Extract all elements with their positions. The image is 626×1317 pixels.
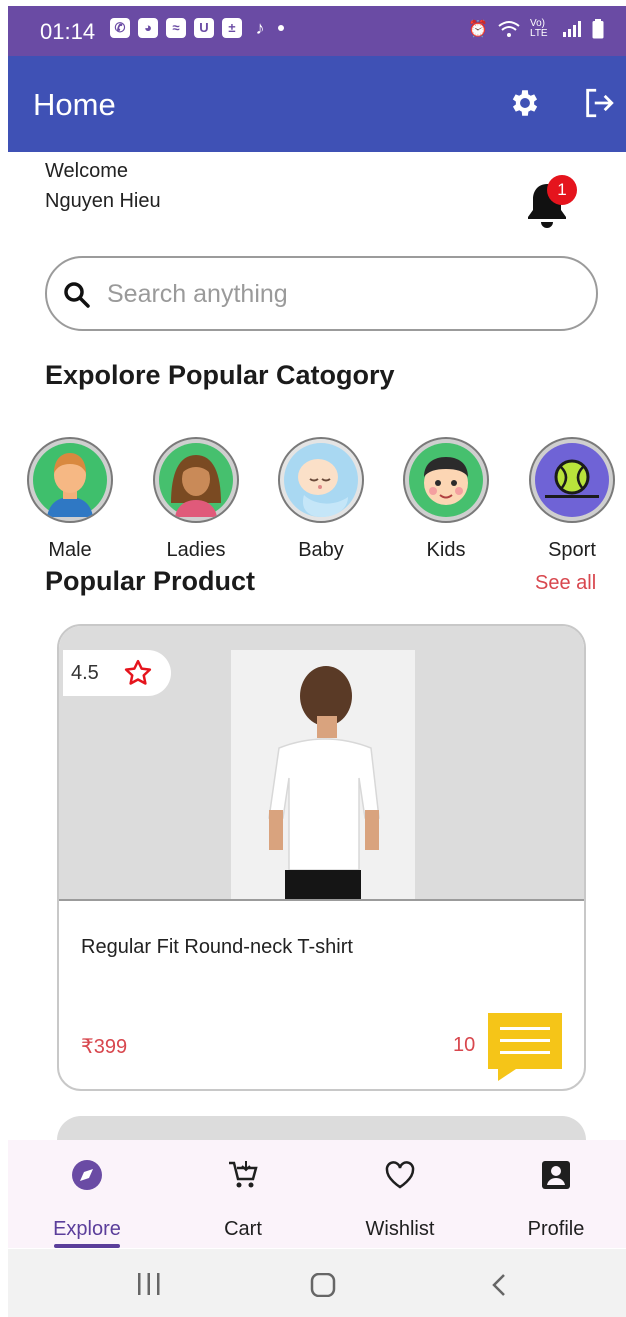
welcome-greeting: Welcome <box>45 160 128 182</box>
popular-title: Popular Product <box>45 566 256 596</box>
category-label: Sport <box>548 539 596 561</box>
card-divider <box>59 899 584 901</box>
system-icons: ⏰ Vo) LTE <box>468 19 604 39</box>
female-avatar-icon <box>159 443 233 517</box>
search-input[interactable] <box>107 272 577 316</box>
notification-badge: 1 <box>547 175 577 205</box>
user-name: Nguyen Hieu <box>45 190 161 212</box>
category-circle <box>27 437 113 523</box>
rating-badge: 4.5 <box>63 650 171 696</box>
kid-avatar-icon <box>409 443 483 517</box>
calculator-icon: ± <box>222 18 242 38</box>
status-bar: 01:14 ✆ ◕ ≈ U ± ♪ ⏰ Vo) LTE <box>8 6 626 56</box>
volte-icon: Vo) LTE <box>530 18 548 39</box>
tennis-ball-icon <box>535 443 609 517</box>
see-all-link[interactable]: See all <box>535 572 596 595</box>
category-label: Baby <box>298 539 344 561</box>
product-image <box>231 650 415 900</box>
nav-profile[interactable]: Profile <box>481 1154 626 1241</box>
whatsapp-icon: ✆ <box>110 18 130 38</box>
logout-icon[interactable] <box>582 86 616 120</box>
welcome-block: Welcome Nguyen Hieu <box>45 156 161 216</box>
discord-icon: ◕ <box>138 18 158 38</box>
search-bar[interactable] <box>45 256 598 331</box>
nav-cart[interactable]: Cart <box>168 1154 318 1241</box>
category-sport[interactable]: Sport <box>527 437 617 562</box>
app-bar: Home <box>8 56 626 152</box>
settings-icon[interactable] <box>508 86 542 120</box>
system-navigation-bar <box>8 1249 626 1317</box>
category-label: Kids <box>426 539 466 561</box>
active-tab-indicator <box>54 1244 120 1248</box>
wifi-icon <box>498 21 520 37</box>
male-avatar-icon <box>33 443 107 517</box>
back-icon[interactable] <box>490 1273 508 1297</box>
category-label: Male <box>48 539 92 561</box>
home-button-icon[interactable] <box>310 1273 336 1297</box>
category-male[interactable]: Male <box>25 437 115 562</box>
comment-count: 10 <box>453 1034 476 1056</box>
categories-title: Expolore Popular Catogory <box>45 360 395 390</box>
compass-icon <box>72 1160 102 1190</box>
page-title: Home <box>33 87 116 122</box>
search-icon <box>64 282 90 308</box>
category-circle <box>278 437 364 523</box>
category-kids[interactable]: Kids <box>401 437 491 562</box>
category-circle <box>403 437 489 523</box>
notification-icons: ✆ ◕ ≈ U ± ♪ <box>110 18 284 38</box>
battery-icon <box>592 19 604 39</box>
star-icon[interactable] <box>123 658 153 688</box>
chat-bubble-icon[interactable] <box>484 1011 564 1083</box>
product-card[interactable]: 4.5 Regular Fit Round-neck T-shirt ₹399 … <box>57 624 586 1091</box>
dot-icon <box>278 25 284 31</box>
category-label: Ladies <box>166 539 226 561</box>
status-time: 01:14 <box>40 19 96 44</box>
product-image-area: 4.5 <box>59 626 584 900</box>
bottom-navigation: Explore Cart Wishlist Profile <box>8 1140 626 1248</box>
rating-value: 4.5 <box>71 661 99 684</box>
nav-label: Explore <box>53 1218 121 1240</box>
nav-explore[interactable]: Explore <box>12 1154 162 1241</box>
signal-icon <box>563 21 581 37</box>
recent-apps-icon[interactable] <box>136 1273 162 1295</box>
nav-label: Profile <box>527 1218 585 1240</box>
category-baby[interactable]: Baby <box>276 437 366 562</box>
profile-icon <box>542 1161 570 1189</box>
product-name: Regular Fit Round-neck T-shirt <box>81 936 353 958</box>
nav-label: Cart <box>224 1218 262 1240</box>
u-app-icon: U <box>194 18 214 38</box>
category-circle <box>153 437 239 523</box>
product-price: ₹399 <box>81 1036 128 1058</box>
heart-icon <box>385 1161 415 1189</box>
cart-icon <box>229 1161 258 1188</box>
tshirt-photo <box>231 650 415 900</box>
nav-wishlist[interactable]: Wishlist <box>325 1154 475 1241</box>
alarm-icon: ⏰ <box>468 21 488 38</box>
messenger-icon: ≈ <box>166 18 186 38</box>
nav-label: Wishlist <box>365 1218 435 1240</box>
baby-avatar-icon <box>284 443 358 517</box>
tiktok-icon: ♪ <box>255 18 265 38</box>
category-ladies[interactable]: Ladies <box>151 437 241 562</box>
category-circle <box>529 437 615 523</box>
category-list: Male Ladies Baby Kids Sport <box>0 437 626 567</box>
